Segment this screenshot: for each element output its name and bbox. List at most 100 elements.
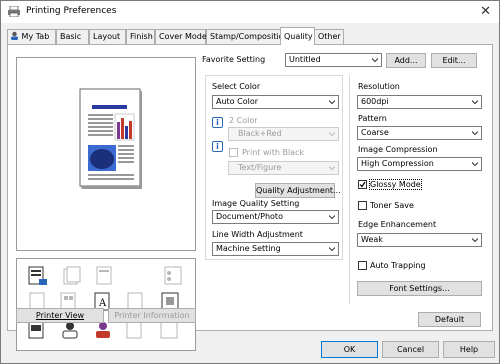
color-mode-icon [28, 266, 47, 285]
glossy-mode-checkbox[interactable] [358, 180, 367, 189]
resolution-label: Resolution [358, 82, 400, 91]
line-width-value: Machine Setting [216, 244, 281, 253]
pattern-label: Pattern [358, 114, 387, 123]
print-with-black-label: Print with Black [242, 148, 305, 157]
auto-trapping-label: Auto Trapping [370, 261, 426, 270]
user-icon [11, 31, 18, 40]
close-icon[interactable]: ✕ [480, 4, 491, 19]
button-label: Quality Adjustment... [256, 186, 341, 195]
tab-label: Layout [93, 32, 121, 41]
chevron-down-icon [329, 100, 335, 105]
print-with-black-value: Text/Figure [238, 163, 282, 172]
resolution-dropdown[interactable]: 600dpi [357, 95, 482, 109]
account-track-icon [96, 322, 110, 338]
edge-enhancement-value: Weak [361, 235, 383, 244]
chevron-down-icon [472, 238, 478, 243]
favorite-setting-label: Favorite Setting [202, 55, 266, 64]
button-label: Default [434, 315, 465, 324]
printer-information-button[interactable]: Printer Information [108, 308, 196, 323]
help-button[interactable]: Help [443, 341, 495, 358]
two-color-label: 2 Color [229, 116, 258, 125]
edge-enhancement-dropdown[interactable]: Weak [357, 233, 482, 247]
select-color-value: Auto Color [216, 97, 259, 106]
booklet-icon [29, 292, 45, 310]
image-compression-label: Image Compression [358, 145, 438, 154]
chevron-down-icon [329, 247, 335, 252]
tab-basic[interactable]: Basic [56, 29, 89, 45]
copy-protect-icon [126, 320, 142, 339]
tab-label: Finish [130, 32, 153, 41]
page-preview-illustration [79, 88, 142, 189]
chevron-down-icon [329, 132, 335, 137]
pattern-dropdown[interactable]: Coarse [357, 126, 482, 140]
tab-label: Other [318, 32, 341, 41]
window-title: Printing Preferences [26, 6, 117, 16]
edge-enhancement-label: Edge Enhancement [358, 220, 437, 229]
toner-save-label: Toner Save [370, 201, 414, 210]
image-compression-dropdown[interactable]: High Compression [357, 157, 482, 171]
tab-stamp-composition[interactable]: Stamp/Composition [206, 29, 289, 45]
ok-button[interactable]: OK [321, 341, 378, 358]
tab-label: Stamp/Composition [210, 32, 289, 41]
default-button[interactable]: Default [418, 312, 481, 327]
resolution-value: 600dpi [361, 97, 389, 106]
tab-label: Basic [60, 32, 82, 41]
chevron-down-icon [472, 100, 478, 105]
staple-icon [96, 266, 112, 285]
favorite-add-button[interactable]: Add... [386, 53, 426, 68]
layout-icon [60, 292, 76, 310]
cancel-button[interactable]: Cancel [382, 341, 439, 358]
image-quality-label: Image Quality Setting [212, 199, 300, 208]
print-with-black-checkbox[interactable] [229, 148, 238, 157]
button-label: Add... [394, 56, 418, 65]
line-width-dropdown[interactable]: Machine Setting [212, 242, 339, 256]
info-icon: i [212, 141, 223, 152]
image-quality-dropdown[interactable]: Document/Photo [212, 210, 339, 224]
toner-save-checkbox[interactable] [358, 201, 367, 210]
two-color-dropdown[interactable]: Black+Red [228, 127, 339, 141]
chevron-down-icon [472, 162, 478, 167]
button-label: Printer View [35, 311, 85, 320]
line-width-label: Line Width Adjustment [212, 230, 303, 239]
checkmark-icon [359, 181, 366, 188]
printer-view-button[interactable]: Printer View [16, 308, 104, 323]
chevron-down-icon [329, 166, 335, 171]
favorite-edit-button[interactable]: Edit... [431, 53, 477, 68]
chevron-down-icon [372, 58, 378, 63]
two-color-value: Black+Red [238, 129, 282, 138]
tab-other[interactable]: Other [314, 29, 344, 45]
select-color-label: Select Color [212, 82, 261, 91]
chevron-down-icon [329, 215, 335, 220]
tab-label: Quality [284, 32, 313, 41]
user-auth-icon [62, 322, 78, 339]
button-label: OK [343, 345, 356, 354]
duplex-icon [63, 266, 81, 285]
tab-layout[interactable]: Layout [89, 29, 126, 45]
glossy-mode-label: Glossy Mode [369, 179, 422, 190]
button-label: Help [459, 345, 479, 354]
tab-quality[interactable]: Quality [280, 27, 315, 45]
quality-adjustment-button[interactable]: Quality Adjustment... [255, 183, 341, 198]
tab-label: Cover Mode [159, 32, 207, 41]
secure-print-icon [28, 320, 44, 339]
chevron-down-icon [472, 131, 478, 136]
favorite-setting-dropdown[interactable]: Untitled [285, 53, 382, 67]
auto-trapping-checkbox[interactable] [358, 261, 367, 270]
print-preview [16, 57, 196, 251]
tab-label: My Tab [21, 32, 50, 41]
image-compression-value: High Compression [361, 159, 434, 168]
printing-preferences-window: Printing Preferences ✕ My Tab Basic Layo… [0, 0, 500, 364]
tab-my-tab[interactable]: My Tab [7, 29, 56, 45]
button-label: Edit... [442, 56, 466, 65]
punch-icon [164, 266, 182, 285]
print-with-black-dropdown[interactable]: Text/Figure [228, 161, 339, 175]
tab-cover-mode[interactable]: Cover Mode [155, 29, 207, 45]
tab-finish[interactable]: Finish [126, 29, 155, 45]
printer-icon [8, 6, 20, 17]
select-color-dropdown[interactable]: Auto Color [212, 95, 339, 109]
title-bar: Printing Preferences ✕ [1, 1, 499, 23]
pattern-value: Coarse [361, 128, 389, 137]
button-label: Cancel [396, 345, 425, 354]
font-settings-button[interactable]: Font Settings... [357, 281, 482, 296]
function-icon-grid: A [16, 258, 196, 351]
